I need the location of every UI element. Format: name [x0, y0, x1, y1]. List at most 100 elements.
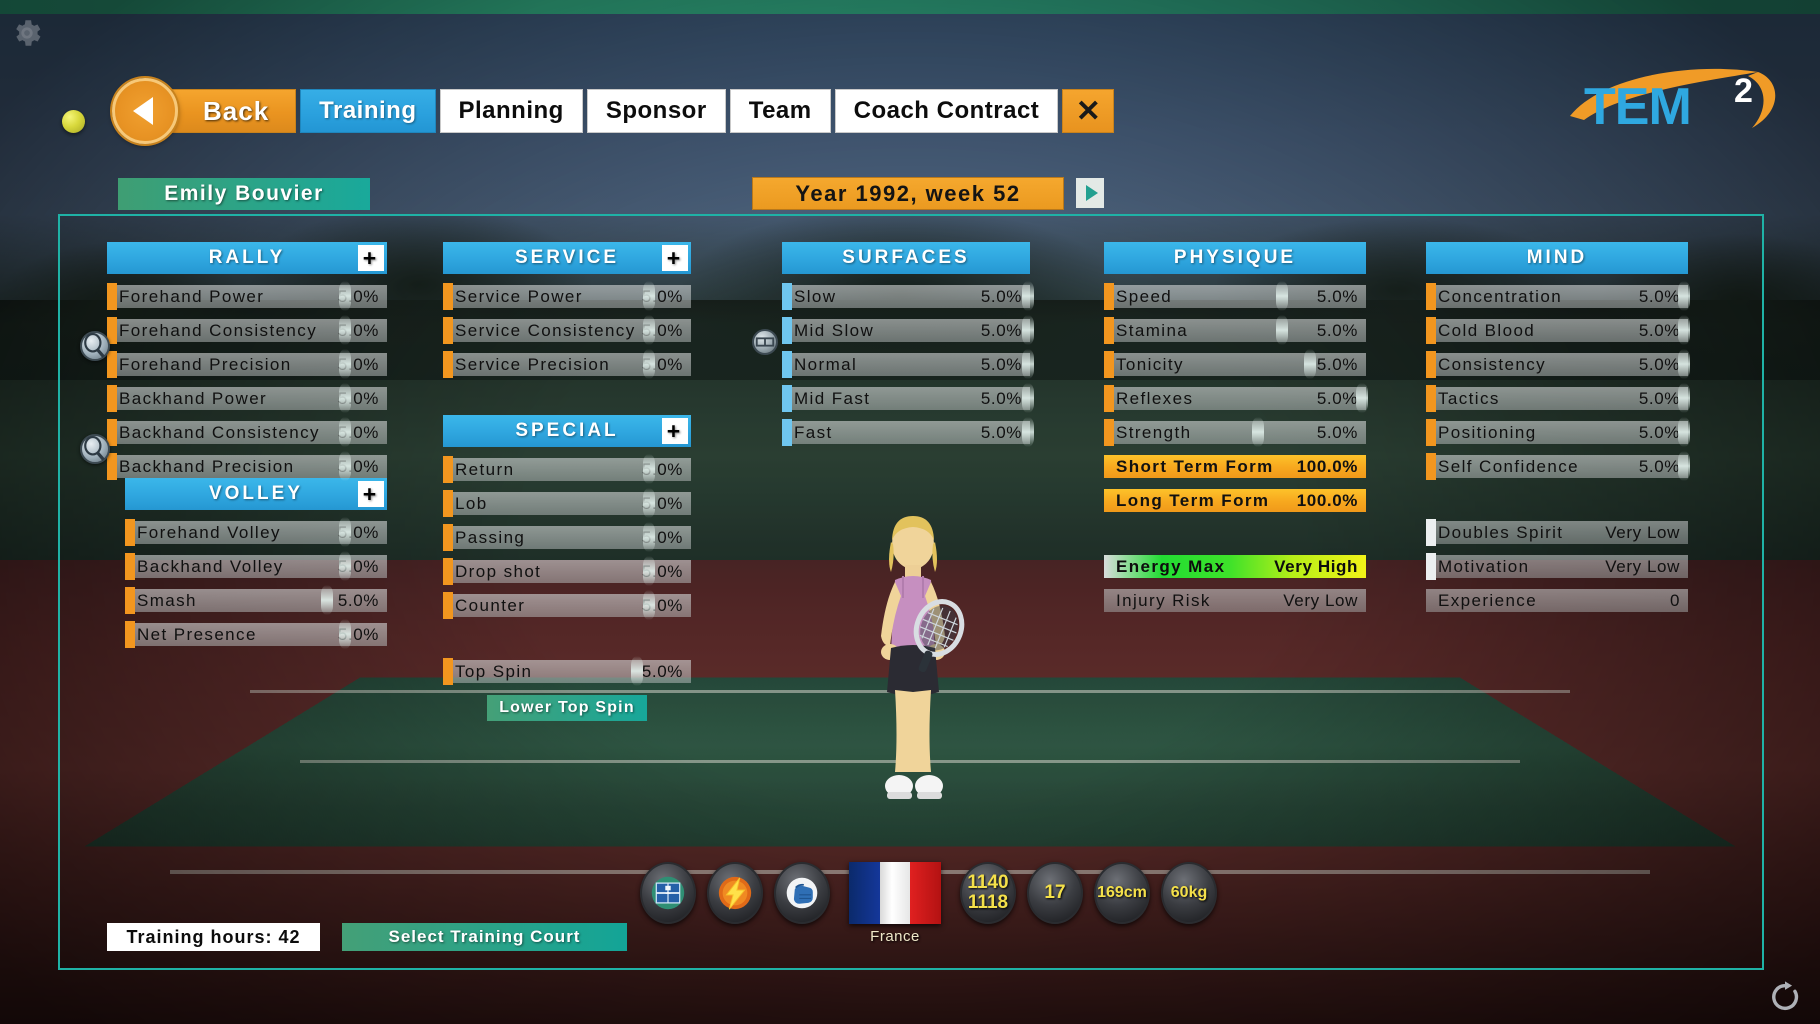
volley-add-button[interactable]: + — [358, 481, 384, 507]
stat-row[interactable]: Slow 5.0% — [782, 285, 1030, 308]
stat-row[interactable]: Backhand Power 5.0% — [107, 387, 387, 410]
stat-label: Consistency — [1426, 355, 1546, 375]
stat-marker — [339, 383, 351, 413]
stat-value: 5.0% — [981, 321, 1022, 341]
stat-row[interactable]: Forehand Consistency 5.0% — [107, 319, 387, 342]
stat-label: Top Spin — [443, 662, 532, 682]
stat-row[interactable]: Tactics 5.0% — [1426, 387, 1688, 410]
weight-icon[interactable]: 60kg — [1161, 862, 1217, 924]
stat-row[interactable]: Backhand Volley 5.0% — [125, 555, 387, 578]
stat-row-doubles-spirit: Doubles Spirit Very Low — [1426, 521, 1688, 544]
game-screen: Back Training Planning Sponsor Team Coac… — [0, 0, 1820, 1024]
stat-marker — [1678, 383, 1690, 413]
stat-label: Net Presence — [125, 625, 257, 645]
stat-row[interactable]: Self Confidence 5.0% — [1426, 455, 1688, 478]
stat-marker — [643, 281, 655, 311]
stat-row[interactable]: Passing 5.0% — [443, 526, 691, 549]
stat-label: Normal — [782, 355, 857, 375]
stat-row[interactable]: Return 5.0% — [443, 458, 691, 481]
stat-row[interactable]: Normal 5.0% — [782, 353, 1030, 376]
column-physique: PHYSIQUE Speed 5.0% Stamina 5.0% Tonicit… — [1104, 242, 1366, 612]
stat-row[interactable]: Mid Slow 5.0% — [782, 319, 1030, 342]
stat-value: 5.0% — [981, 287, 1022, 307]
back-button[interactable]: Back — [164, 89, 296, 133]
stat-marker — [1252, 417, 1264, 447]
close-icon[interactable]: ✕ — [1062, 89, 1114, 133]
tennis-ball-icon — [62, 110, 85, 133]
back-arrow-icon[interactable] — [112, 78, 178, 144]
stat-label: Lob — [443, 494, 488, 514]
stat-row[interactable]: Service Consistency 5.0% — [443, 319, 691, 342]
stat-row[interactable]: Service Power 5.0% — [443, 285, 691, 308]
stat-row[interactable]: Backhand Precision 5.0% — [107, 455, 387, 478]
fist-icon[interactable] — [774, 862, 830, 924]
stat-label: Fast — [782, 423, 833, 443]
stat-row[interactable]: Positioning 5.0% — [1426, 421, 1688, 444]
service-header: SERVICE + — [443, 242, 691, 274]
stat-value: 5.0% — [1317, 287, 1358, 307]
next-week-button[interactable] — [1076, 178, 1104, 208]
stat-row[interactable]: Counter 5.0% — [443, 594, 691, 617]
stat-label: Smash — [125, 591, 197, 611]
age-icon[interactable]: 17 — [1027, 862, 1083, 924]
stat-label: Backhand Volley — [125, 557, 284, 577]
ranking-icon[interactable]: 1140 1118 — [960, 862, 1016, 924]
stat-row[interactable]: Net Presence 5.0% — [125, 623, 387, 646]
stat-label: Backhand Power — [107, 389, 267, 409]
tennis-court-icon[interactable] — [640, 862, 696, 924]
tab-training[interactable]: Training — [300, 89, 435, 133]
stat-row[interactable]: Forehand Precision 5.0% — [107, 353, 387, 376]
stat-row[interactable]: Drop shot 5.0% — [443, 560, 691, 583]
training-hours-display: Training hours: 42 — [107, 923, 320, 951]
service-title: SERVICE — [515, 247, 619, 269]
stat-row[interactable]: Forehand Power 5.0% — [107, 285, 387, 308]
stat-row[interactable]: Reflexes 5.0% — [1104, 387, 1366, 410]
stat-row[interactable]: Mid Fast 5.0% — [782, 387, 1030, 410]
stat-row[interactable]: Smash 5.0% — [125, 589, 387, 612]
stat-label: Drop shot — [443, 562, 541, 582]
stat-row[interactable]: Tonicity 5.0% — [1104, 353, 1366, 376]
stat-label: Service Consistency — [443, 321, 636, 341]
stat-row[interactable]: Backhand Consistency 5.0% — [107, 421, 387, 444]
stat-row[interactable]: Cold Blood 5.0% — [1426, 319, 1688, 342]
stat-value: 5.0% — [981, 355, 1022, 375]
stat-marker — [1022, 417, 1034, 447]
stat-marker — [1276, 281, 1288, 311]
refresh-icon[interactable] — [1768, 980, 1802, 1014]
stat-label: Slow — [782, 287, 836, 307]
rally-add-button[interactable]: + — [358, 245, 384, 271]
stat-row[interactable]: Stamina 5.0% — [1104, 319, 1366, 342]
stat-marker — [643, 488, 655, 518]
stat-label: Reflexes — [1104, 389, 1193, 409]
stat-row[interactable]: Service Precision 5.0% — [443, 353, 691, 376]
stat-row[interactable]: Strength 5.0% — [1104, 421, 1366, 444]
stat-marker — [643, 315, 655, 345]
stat-row[interactable]: Lob 5.0% — [443, 492, 691, 515]
stat-marker — [1304, 349, 1316, 379]
stat-marker — [631, 656, 643, 686]
stat-marker — [339, 451, 351, 481]
stat-row[interactable]: Forehand Volley 5.0% — [125, 521, 387, 544]
stat-label: Positioning — [1426, 423, 1537, 443]
stat-value: Very Low — [1605, 523, 1680, 543]
stat-row[interactable]: Consistency 5.0% — [1426, 353, 1688, 376]
tab-sponsor[interactable]: Sponsor — [587, 89, 726, 133]
lightning-bolt-icon[interactable] — [707, 862, 763, 924]
top-navigation: Back Training Planning Sponsor Team Coac… — [112, 78, 1114, 144]
tab-planning[interactable]: Planning — [440, 89, 583, 133]
stat-marker — [339, 417, 351, 447]
tab-coach-contract[interactable]: Coach Contract — [835, 89, 1059, 133]
stat-row[interactable]: Concentration 5.0% — [1426, 285, 1688, 308]
tab-team[interactable]: Team — [730, 89, 831, 133]
stat-row[interactable]: Speed 5.0% — [1104, 285, 1366, 308]
height-icon[interactable]: 169cm — [1094, 862, 1150, 924]
lower-top-spin-button[interactable]: Lower Top Spin — [487, 695, 647, 721]
stat-label: Injury Risk — [1104, 591, 1211, 611]
special-add-button[interactable]: + — [662, 418, 688, 444]
select-training-court-button[interactable]: Select Training Court — [342, 923, 627, 951]
settings-gear-icon[interactable] — [10, 16, 44, 50]
stat-row[interactable]: Fast 5.0% — [782, 421, 1030, 444]
rank-single: 1140 — [967, 873, 1008, 893]
stat-row-topspin[interactable]: Top Spin 5.0% — [443, 660, 691, 683]
service-add-button[interactable]: + — [662, 245, 688, 271]
